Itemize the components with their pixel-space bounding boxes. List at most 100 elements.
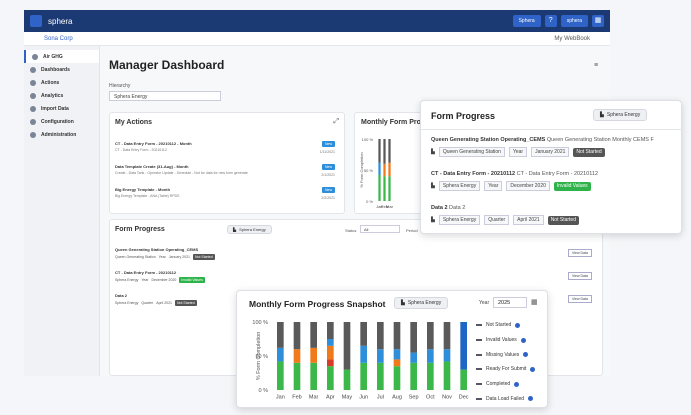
bar-segment-missing[interactable] (383, 163, 386, 177)
menu-icon[interactable] (30, 15, 42, 27)
form-row-period: January 2021 (531, 147, 570, 157)
action-row[interactable]: Big Energy Template - Month Big Energy T… (115, 187, 335, 207)
bar-segment-completed[interactable] (388, 176, 391, 201)
bar-segment-invalid[interactable] (427, 349, 434, 363)
bar-segment-missing[interactable] (327, 345, 334, 360)
bar-segment-not_started[interactable] (443, 322, 451, 350)
hierarchy-select[interactable]: Sphera Energy (109, 91, 221, 101)
bar-segment-not_started[interactable] (377, 322, 384, 350)
info-icon[interactable] (520, 337, 526, 343)
apps-icon[interactable]: ▦ (592, 15, 604, 27)
bar-segment-missing[interactable] (393, 359, 401, 367)
bar-segment-completed[interactable] (378, 174, 381, 201)
legend-item[interactable]: Completed (476, 377, 535, 392)
form-progress-zoom-filter[interactable]: ▙ Sphera Energy (593, 109, 648, 121)
bar-segment-not_started[interactable] (427, 322, 434, 350)
legend-item[interactable]: Ready For Submit (476, 362, 536, 377)
bar-segment-not_started[interactable] (293, 322, 301, 350)
bar-segment-missing[interactable] (310, 347, 317, 363)
legend-swatch (476, 397, 482, 400)
form-row[interactable]: Queen Generating Station Operating_CEMS … (115, 247, 215, 260)
sidebar-item-air-ghg[interactable]: Air GHG (24, 50, 99, 63)
bar-segment-invalid[interactable] (393, 349, 401, 360)
action-row[interactable]: Data Template Create (31-Aug) - Month Cr… (115, 164, 335, 184)
bar-segment-completed[interactable] (293, 362, 301, 390)
bar-segment-completed[interactable] (393, 366, 401, 390)
sidebar-item-analytics[interactable]: Analytics (24, 89, 99, 102)
form-row[interactable]: Data 2 Sphera Energy Quarter April 2021 Not… (115, 293, 197, 306)
bar-segment-invalid[interactable] (378, 162, 381, 175)
legend-item[interactable]: Missing Values (476, 347, 535, 362)
legend-item[interactable]: Invalid Values (476, 333, 535, 348)
bar-segment-not_started[interactable] (383, 139, 386, 164)
user-button[interactable]: Sphera (512, 15, 541, 27)
legend-item[interactable]: Data Load Failed (476, 391, 535, 406)
form-row[interactable]: CT - Data Entry Form - 20210112 Sphera E… (115, 270, 205, 283)
expand-icon[interactable]: ⤢ (333, 118, 339, 126)
help-icon[interactable]: ? (544, 15, 557, 27)
bar-segment-completed[interactable] (327, 366, 334, 390)
bar-segment-completed[interactable] (443, 361, 451, 390)
bar-segment-invalid[interactable] (410, 352, 417, 363)
more-menu-icon[interactable]: ≡ (594, 62, 598, 69)
view-data-button[interactable]: View Data (568, 249, 592, 257)
bar-segment-invalid[interactable] (377, 349, 384, 363)
bar-segment-completed[interactable] (343, 369, 351, 390)
y-axis-label: % Form Completion (359, 152, 364, 187)
status-select[interactable]: All (360, 225, 400, 233)
bar-segment-completed[interactable] (460, 369, 467, 390)
tenant-button[interactable]: sphera (560, 15, 588, 27)
bar-segment-completed[interactable] (310, 362, 317, 390)
bar-segment-missing[interactable] (293, 349, 301, 363)
info-icon[interactable] (528, 396, 534, 402)
view-data-button[interactable]: View Data (568, 272, 592, 280)
action-row[interactable]: CT - Data Entry Form - 20210112 - Month … (115, 141, 335, 161)
sidebar-item-actions[interactable]: Actions (24, 76, 99, 89)
info-icon[interactable] (530, 366, 536, 372)
bar-segment-invalid[interactable] (443, 349, 451, 362)
form-progress-filter[interactable]: ▙ Sphera Energy (227, 225, 272, 234)
form-row[interactable]: Queen Generating Station Operating_CEMS … (431, 137, 683, 157)
my-webbook-link[interactable]: My WebBook (554, 36, 590, 42)
bar-segment-locked[interactable] (460, 322, 467, 370)
legend-item[interactable]: Not Started (476, 318, 535, 333)
bar-segment-not_started[interactable] (378, 139, 381, 163)
sidebar-item-administration[interactable]: Administration (24, 128, 99, 141)
info-icon[interactable] (515, 322, 521, 328)
bar-segment-not_started[interactable] (277, 322, 284, 348)
sidebar-item-configuration[interactable]: Configuration (24, 115, 99, 128)
view-data-button[interactable]: View Data (568, 295, 592, 303)
bar-segment-completed[interactable] (427, 362, 434, 390)
bar-segment-invalid[interactable] (360, 345, 367, 363)
form-row-entity: Queen Generating Station (115, 255, 156, 259)
bar-segment-completed[interactable] (277, 361, 284, 390)
bar-segment-completed[interactable] (377, 362, 384, 390)
bar-segment-not_started[interactable] (410, 322, 417, 353)
bar-segment-invalid[interactable] (327, 339, 334, 346)
info-icon[interactable] (523, 352, 529, 358)
gear-icon (30, 118, 36, 125)
bar-segment-missing[interactable] (388, 162, 391, 177)
calendar-icon[interactable]: ▦ (531, 298, 538, 306)
bar-segment-completed[interactable] (410, 362, 417, 390)
form-row-title: CT - Data Entry Form - 20210112 (115, 270, 177, 275)
bar-segment-ready[interactable] (327, 359, 334, 367)
bar-segment-not_started[interactable] (310, 322, 317, 348)
form-row[interactable]: CT - Data Entry Form - 20210112 CT - Dat… (431, 171, 683, 191)
app-name-link[interactable]: Sona Corp (44, 36, 73, 42)
info-icon[interactable] (514, 381, 520, 387)
year-select[interactable]: 2025 (493, 297, 527, 308)
sidebar-item-dashboards[interactable]: Dashboards (24, 63, 99, 76)
bar-segment-completed[interactable] (360, 362, 367, 390)
form-row[interactable]: Data 2 Data 2 ▙ Sphera Energy Quarter April… (431, 205, 683, 225)
bar-segment-not_started[interactable] (343, 322, 351, 370)
bar-segment-not_started[interactable] (360, 322, 367, 346)
form-progress-title: Form Progress (115, 226, 165, 233)
bar-segment-not_started[interactable] (327, 322, 334, 339)
bar-segment-not_started[interactable] (388, 139, 391, 163)
bar-segment-not_started[interactable] (393, 322, 401, 350)
bar-segment-completed[interactable] (383, 176, 386, 201)
sidebar-item-import-data[interactable]: Import Data (24, 102, 99, 115)
bar-segment-invalid[interactable] (277, 347, 284, 362)
legend-swatch (476, 383, 482, 386)
